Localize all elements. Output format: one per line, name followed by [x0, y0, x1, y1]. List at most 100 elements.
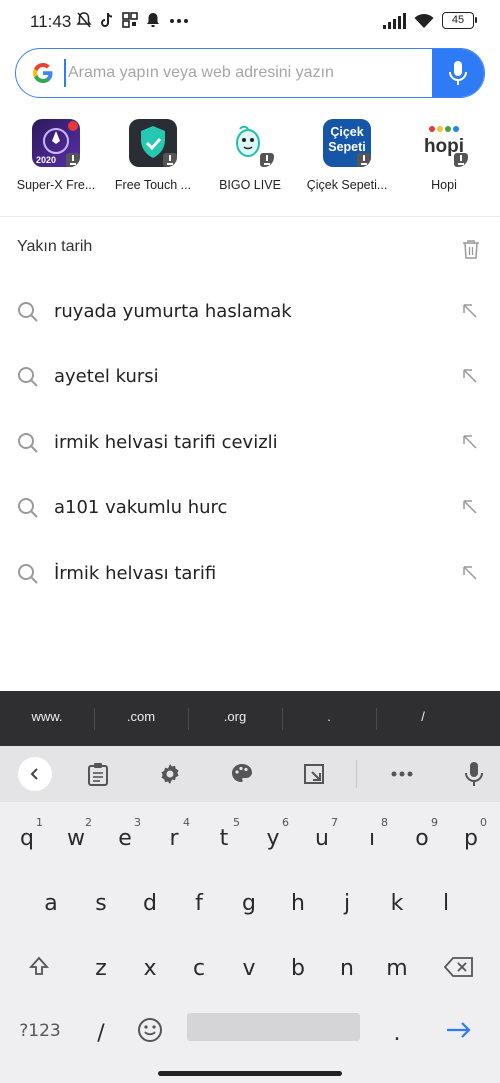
battery-icon: 45 [442, 12, 477, 29]
search-icon [18, 302, 38, 322]
muted-bell-icon [76, 11, 92, 29]
shift-key[interactable] [15, 938, 63, 994]
key-y[interactable]: 6y [249, 808, 297, 864]
history-item[interactable]: ruyada yumurta haslamak [0, 281, 500, 345]
notification-icons [76, 11, 190, 29]
key-l[interactable]: l [422, 873, 470, 929]
more-dots-icon [168, 11, 190, 29]
key-s[interactable]: s [77, 873, 125, 929]
key-f[interactable]: f [175, 873, 223, 929]
suggestion-slash[interactable]: / [376, 709, 470, 724]
backspace-icon [444, 957, 473, 977]
key-label: ı [368, 826, 376, 851]
key-label: a [44, 891, 58, 916]
chevron-left-icon [30, 768, 38, 780]
shift-arrow-icon [29, 956, 49, 975]
status-bar: 11:43 45 [0, 0, 500, 44]
suggestion-com[interactable]: .com [94, 709, 188, 724]
key-c[interactable]: c [175, 938, 223, 994]
search-bar[interactable] [15, 48, 485, 98]
key-m[interactable]: m [373, 938, 421, 994]
backspace-key[interactable] [435, 938, 483, 994]
key-d[interactable]: d [126, 873, 174, 929]
key-e[interactable]: 3e [101, 808, 149, 864]
history-item-text: irmik helvasi tarifi cevizli [54, 432, 278, 453]
tiktok-icon [99, 11, 115, 29]
history-item[interactable]: a101 vakumlu hurc [0, 477, 500, 541]
signal-icon [383, 12, 406, 29]
free-touch-shield-icon [129, 119, 177, 167]
key-slash[interactable]: / [77, 1003, 125, 1059]
key-period[interactable]: . [373, 1003, 421, 1059]
history-item[interactable]: irmik helvasi tarifi cevizli [0, 412, 500, 476]
bigo-live-icon [226, 119, 274, 167]
key-g[interactable]: g [225, 873, 273, 929]
key-z[interactable]: z [77, 938, 125, 994]
app-bigo-live[interactable]: BIGO LIVE [200, 116, 300, 192]
suggestion-org[interactable]: .org [188, 709, 282, 724]
resize-button[interactable] [300, 760, 328, 788]
clipboard-icon [88, 763, 108, 786]
microphone-icon [449, 61, 467, 85]
key-n[interactable]: n [323, 938, 371, 994]
fill-query-arrow-icon[interactable] [461, 498, 479, 516]
key-q[interactable]: 1q [3, 808, 51, 864]
key-o[interactable]: 9o [398, 808, 446, 864]
space-bar[interactable] [187, 1013, 360, 1041]
key-b[interactable]: b [274, 938, 322, 994]
key-p[interactable]: 0p [447, 808, 495, 864]
app-hopi[interactable]: hopi Hopi [394, 116, 494, 192]
clipboard-button[interactable] [84, 760, 112, 788]
key-label: m [386, 956, 408, 981]
fill-query-arrow-icon[interactable] [461, 433, 479, 451]
go-key[interactable] [435, 1003, 483, 1059]
key-dotless-i[interactable]: 8ı [348, 808, 396, 864]
keyboard-voice-button[interactable] [460, 760, 488, 788]
fill-query-arrow-icon[interactable] [461, 302, 479, 320]
key-x[interactable]: x [126, 938, 174, 994]
emoji-key[interactable] [126, 1003, 174, 1059]
fill-query-arrow-icon[interactable] [461, 564, 479, 582]
search-input[interactable] [64, 59, 424, 87]
key-u[interactable]: 7u [298, 808, 346, 864]
gear-icon [161, 764, 179, 784]
search-icon [18, 367, 38, 387]
theme-button[interactable] [228, 760, 256, 788]
history-item-text: ruyada yumurta haslamak [54, 301, 292, 322]
history-item[interactable]: ayetel kursi [0, 346, 500, 410]
fill-query-arrow-icon[interactable] [461, 367, 479, 385]
key-t[interactable]: 5t [200, 808, 248, 864]
more-options-button[interactable] [388, 760, 416, 788]
voice-search-button[interactable] [432, 49, 484, 97]
key-label: z [95, 956, 107, 981]
key-label: u [315, 826, 329, 851]
history-item[interactable]: İrmik helvası tarifi [0, 543, 500, 607]
key-a[interactable]: a [27, 873, 75, 929]
download-badge-icon [260, 153, 274, 167]
suggestion-www[interactable]: www. [0, 709, 94, 724]
settings-button[interactable] [156, 760, 184, 788]
key-label: g [242, 891, 256, 916]
history-item-text: a101 vakumlu hurc [54, 497, 228, 518]
key-h[interactable]: h [274, 873, 322, 929]
app-label: Super-X Fre... [16, 178, 96, 192]
home-indicator[interactable] [158, 1071, 342, 1076]
collapse-toolbar-button[interactable] [18, 757, 52, 791]
suggestion-dot[interactable]: . [282, 709, 376, 724]
app-cicek-sepeti[interactable]: Çiçek Sepeti Çiçek Sepeti... [297, 116, 397, 192]
app-free-touch[interactable]: Free Touch ... [103, 116, 203, 192]
resize-icon [304, 764, 324, 784]
history-item-text: İrmik helvası tarifi [54, 563, 217, 584]
symbols-key[interactable]: ?123 [12, 1003, 68, 1059]
search-icon [18, 564, 38, 584]
key-k[interactable]: k [373, 873, 421, 929]
key-j[interactable]: j [323, 873, 371, 929]
key-r[interactable]: 4r [150, 808, 198, 864]
trash-icon[interactable] [462, 239, 480, 259]
app-super-x[interactable]: 2020 Super-X Fre... [6, 116, 106, 192]
divider [356, 760, 357, 788]
key-v[interactable]: v [225, 938, 273, 994]
key-label: x [143, 956, 157, 981]
key-w[interactable]: 2w [52, 808, 100, 864]
key-label: o [415, 826, 429, 851]
